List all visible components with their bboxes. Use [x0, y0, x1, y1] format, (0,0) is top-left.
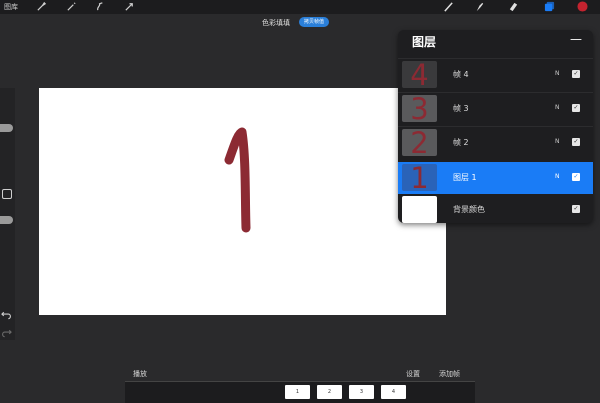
layer-row-selected[interactable]: 1 图层 1 N ✓ [398, 161, 593, 195]
wrench-icon[interactable] [36, 1, 47, 12]
layer-row[interactable]: 4 帧 4 N ✓ [398, 58, 593, 92]
frame-thumb[interactable]: 3 [349, 385, 374, 399]
blend-mode[interactable]: N [555, 104, 560, 111]
layers-icon[interactable] [544, 1, 555, 12]
visibility-checkbox[interactable]: ✓ [572, 70, 580, 78]
add-frame-button[interactable]: 添加帧 [439, 369, 460, 379]
blend-mode[interactable]: N [555, 173, 560, 180]
smudge-icon[interactable] [474, 1, 485, 12]
canvas-title[interactable]: 色彩填填 [262, 18, 290, 28]
layer-thumbnail: 1 [402, 161, 437, 195]
layer-name: 帧 4 [453, 70, 469, 79]
frame-thumb[interactable]: 2 [317, 385, 342, 399]
selection-icon[interactable] [95, 1, 106, 12]
eraser-icon[interactable] [508, 1, 519, 12]
frame-timeline: 1 2 3 4 [125, 382, 475, 403]
settings-button[interactable]: 设置 [406, 369, 420, 379]
modify-button[interactable] [2, 189, 12, 199]
visibility-checkbox[interactable]: ✓ [572, 173, 580, 181]
layer-row[interactable]: 3 帧 3 N ✓ [398, 92, 593, 126]
brush-size-slider[interactable] [0, 124, 13, 132]
transform-arrow-icon[interactable] [124, 1, 135, 12]
visibility-checkbox[interactable]: ✓ [572, 138, 580, 146]
color-swatch-icon[interactable] [577, 1, 588, 12]
drawing-canvas[interactable] [39, 88, 446, 315]
layer-thumbnail: 2 [402, 126, 437, 160]
undo-icon[interactable] [1, 310, 12, 320]
blend-mode[interactable]: N [555, 138, 560, 145]
top-toolbar: 图库 [0, 0, 600, 14]
redo-icon[interactable] [1, 328, 12, 338]
layers-panel: 图层 — 4 帧 4 N ✓ 3 帧 3 N ✓ 2 帧 2 N ✓ 1 图层 … [398, 30, 593, 223]
layer-name: 图层 1 [453, 173, 477, 182]
add-layer-button[interactable]: — [570, 32, 582, 46]
layer-name: 帧 3 [453, 104, 469, 113]
visibility-checkbox[interactable]: ✓ [572, 104, 580, 112]
layers-title: 图层 [412, 35, 437, 49]
blend-mode[interactable]: N [555, 70, 560, 77]
layer-thumbnail: 4 [402, 58, 437, 92]
opacity-slider[interactable] [0, 216, 13, 224]
layer-thumbnail: 3 [402, 92, 437, 126]
playback-button[interactable]: 播放 [133, 369, 147, 379]
magic-wand-icon[interactable] [66, 1, 77, 12]
layer-row[interactable]: 背景颜色 ✓ [398, 194, 593, 226]
background-color-thumbnail [402, 196, 437, 223]
layer-name: 背景颜色 [453, 205, 485, 214]
layer-name: 帧 2 [453, 138, 469, 147]
left-sidebar [0, 88, 15, 340]
title-badge: 拷贝帧值 [299, 17, 330, 27]
frame-thumb[interactable]: 4 [381, 385, 406, 399]
stroke-number-one [224, 127, 251, 233]
frame-thumb[interactable]: 1 [285, 385, 310, 399]
visibility-checkbox[interactable]: ✓ [572, 205, 580, 213]
layer-row[interactable]: 2 帧 2 N ✓ [398, 126, 593, 160]
brush-icon[interactable] [443, 1, 454, 12]
gallery-button[interactable]: 图库 [4, 2, 18, 12]
